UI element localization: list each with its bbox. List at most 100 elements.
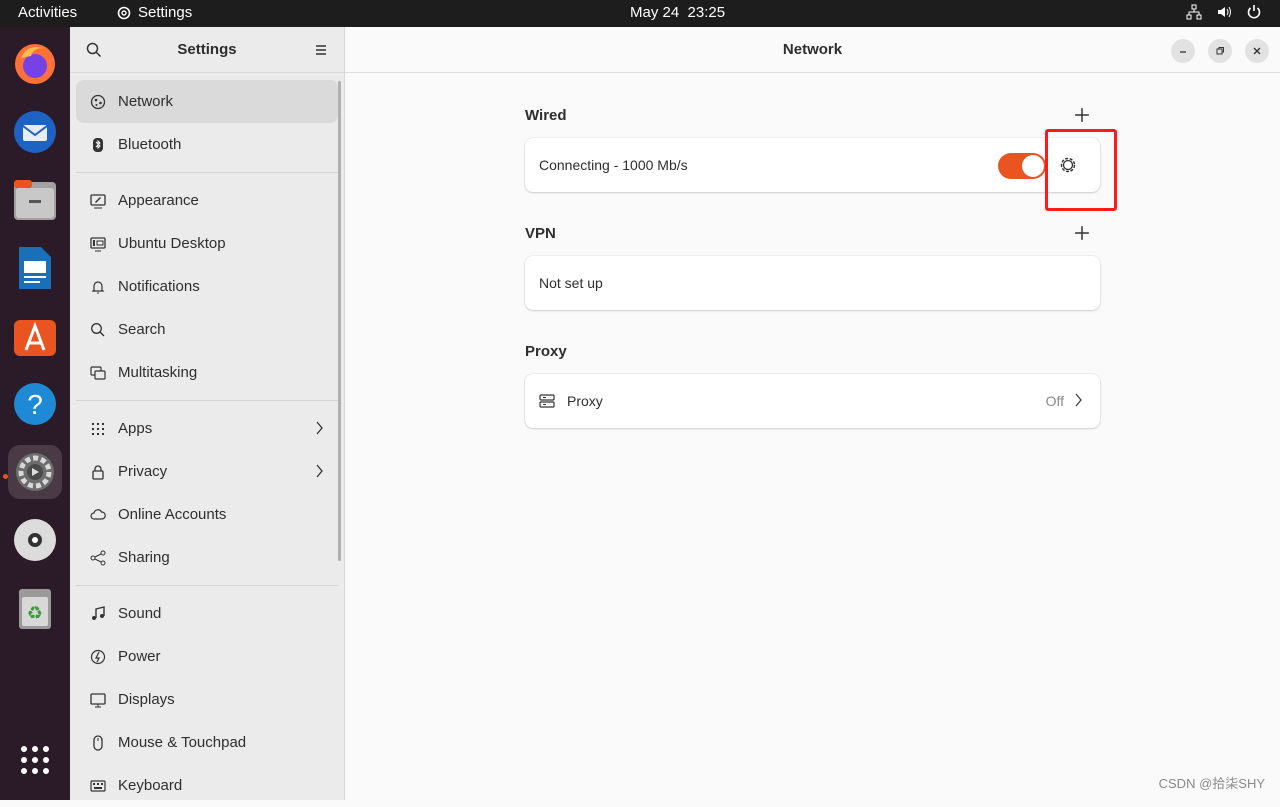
trash-icon: ♻ — [15, 585, 55, 631]
sidebar-item-label: Search — [118, 321, 166, 338]
hamburger-menu-icon[interactable] — [314, 43, 328, 57]
sidebar-item-label: Mouse & Touchpad — [118, 734, 246, 751]
sidebar-item-keyboard[interactable]: Keyboard — [76, 764, 338, 807]
sidebar-item-label: Notifications — [118, 278, 200, 295]
cloud-icon — [90, 507, 106, 523]
keyboard-icon — [90, 778, 106, 794]
sidebar-header: Settings — [70, 27, 344, 73]
watermark: CSDN @拾柒SHY — [1159, 773, 1265, 792]
sidebar-item-online-accounts[interactable]: Online Accounts — [76, 493, 338, 536]
sidebar-item-privacy[interactable]: Privacy — [76, 450, 338, 493]
files-launcher[interactable] — [8, 173, 62, 227]
chevron-right-icon — [1074, 393, 1082, 407]
sidebar-item-network[interactable]: Network — [76, 80, 338, 123]
add-wired-button[interactable] — [1074, 107, 1090, 123]
clock-time: 23:25 — [688, 4, 726, 21]
sidebar-item-appearance[interactable]: Appearance — [76, 179, 338, 222]
highlight-annotation-box — [1045, 129, 1117, 211]
app-name: Settings — [138, 4, 192, 21]
sidebar-scrollbar[interactable] — [338, 81, 341, 561]
sidebar-item-label: Appearance — [118, 192, 199, 209]
sidebar-title: Settings — [177, 41, 236, 58]
clock-date: May 24 — [630, 4, 679, 21]
activities-button[interactable]: Activities — [18, 4, 77, 21]
sidebar-item-label: Network — [118, 93, 173, 110]
vpn-row: Not set up — [525, 256, 1100, 310]
sidebar-divider — [76, 579, 338, 592]
restore-button[interactable] — [1208, 39, 1232, 63]
settings-gear-icon — [13, 450, 57, 494]
close-icon — [1252, 46, 1262, 56]
header-bar: Network — [345, 27, 1280, 73]
minimize-icon — [1178, 46, 1188, 56]
clock[interactable]: May 24 23:25 — [630, 4, 725, 21]
sidebar-item-label: Power — [118, 648, 161, 665]
sidebar-item-bluetooth[interactable]: Bluetooth — [76, 123, 338, 166]
sidebar-item-apps[interactable]: Apps — [76, 407, 338, 450]
app-center-launcher[interactable] — [8, 309, 62, 363]
sidebar-item-search[interactable]: Search — [76, 308, 338, 351]
sidebar-item-displays[interactable]: Displays — [76, 678, 338, 721]
sidebar-item-multitasking[interactable]: Multitasking — [76, 351, 338, 394]
settings-sidebar: Settings Network Bluetooth Appearance Ub… — [70, 27, 345, 800]
sidebar-item-label: Displays — [118, 691, 175, 708]
proxy-label: Proxy — [567, 393, 603, 409]
sidebar-item-sharing[interactable]: Sharing — [76, 536, 338, 579]
show-apps-button[interactable] — [8, 733, 62, 787]
wired-heading: Wired — [525, 107, 567, 124]
sidebar-item-notifications[interactable]: Notifications — [76, 265, 338, 308]
appearance-icon — [90, 193, 106, 209]
sidebar-item-sound[interactable]: Sound — [76, 592, 338, 635]
svg-text:?: ? — [27, 389, 43, 420]
chevron-right-icon — [314, 420, 324, 436]
minimize-button[interactable] — [1171, 39, 1195, 63]
wired-status: Connecting - 1000 Mb/s — [539, 157, 688, 173]
libreoffice-writer-launcher[interactable] — [8, 241, 62, 295]
network-status-icon — [1186, 4, 1202, 20]
settings-launcher[interactable] — [8, 445, 62, 499]
files-folder-icon — [12, 178, 58, 222]
share-icon — [90, 550, 106, 566]
add-vpn-button[interactable] — [1074, 225, 1090, 241]
thunderbird-launcher[interactable] — [8, 105, 62, 159]
settings-gear-icon — [116, 5, 132, 21]
dock: ? ♻ — [0, 27, 70, 800]
bell-icon — [90, 279, 106, 295]
wired-toggle-switch[interactable] — [998, 153, 1046, 179]
system-tray[interactable] — [1186, 4, 1262, 20]
bluetooth-icon — [90, 137, 106, 153]
sidebar-item-label: Ubuntu Desktop — [118, 235, 226, 252]
sidebar-divider — [76, 394, 338, 407]
sidebar-item-power[interactable]: Power — [76, 635, 338, 678]
proxy-row[interactable]: Proxy Off — [525, 374, 1100, 428]
sidebar-divider — [76, 166, 338, 179]
sidebar-item-label: Bluetooth — [118, 136, 181, 153]
sidebar-item-mouse-touchpad[interactable]: Mouse & Touchpad — [76, 721, 338, 764]
ubuntu-desktop-icon — [90, 236, 106, 252]
top-bar: Activities Settings May 24 23:25 — [0, 0, 1280, 27]
close-button[interactable] — [1245, 39, 1269, 63]
firefox-icon — [13, 42, 57, 86]
thunderbird-icon — [12, 109, 58, 155]
network-icon — [90, 94, 106, 110]
app-center-icon — [12, 314, 58, 358]
sidebar-item-label: Keyboard — [118, 777, 182, 794]
sidebar-item-label: Sharing — [118, 549, 170, 566]
trash-launcher[interactable]: ♻ — [8, 581, 62, 635]
svg-text:♻: ♻ — [27, 603, 43, 624]
restore-icon — [1215, 46, 1225, 56]
proxy-heading: Proxy — [525, 343, 567, 360]
optical-disc-launcher[interactable] — [8, 513, 62, 567]
writer-document-icon — [15, 245, 55, 291]
firefox-launcher[interactable] — [8, 37, 62, 91]
lock-icon — [90, 464, 106, 480]
apps-grid-icon — [90, 421, 106, 437]
help-launcher[interactable]: ? — [8, 377, 62, 431]
power-icon — [90, 649, 106, 665]
search-icon[interactable] — [86, 42, 102, 58]
multitasking-icon — [90, 365, 106, 381]
sidebar-item-ubuntu-desktop[interactable]: Ubuntu Desktop — [76, 222, 338, 265]
search-icon — [90, 322, 106, 338]
page-title: Network — [345, 41, 1280, 58]
app-menu[interactable]: Settings — [116, 4, 192, 21]
